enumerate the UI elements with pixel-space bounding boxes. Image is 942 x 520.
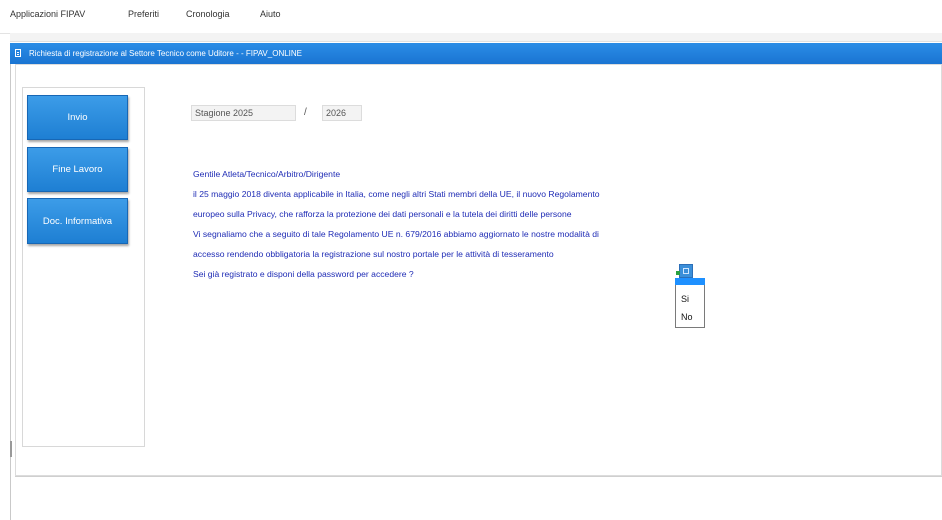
option-no[interactable]: No bbox=[681, 312, 693, 322]
doc-informativa-button[interactable]: Doc. Informativa bbox=[27, 198, 128, 244]
message-line: Vi segnaliamo che a seguito di tale Rego… bbox=[193, 229, 599, 239]
frame-resize-handle[interactable] bbox=[10, 441, 12, 457]
message-line: il 25 maggio 2018 diventa applicabile in… bbox=[193, 189, 600, 199]
invio-button[interactable]: Invio bbox=[27, 95, 128, 140]
window-title-bar: Richiesta di registrazione al Settore Te… bbox=[10, 43, 942, 64]
menu-cronologia[interactable]: Cronologia bbox=[186, 9, 230, 19]
toolbar-strip bbox=[10, 33, 942, 42]
sidebar bbox=[22, 87, 145, 447]
dropdown-highlight bbox=[675, 278, 705, 285]
menu-applicazioni-fipav[interactable]: Applicazioni FIPAV bbox=[10, 9, 85, 19]
fine-lavoro-button[interactable]: Fine Lavoro bbox=[27, 147, 128, 192]
season-start-field[interactable]: Stagione 2025 bbox=[191, 105, 296, 121]
option-si[interactable]: Si bbox=[681, 294, 689, 304]
season-end-field[interactable]: 2026 bbox=[322, 105, 362, 121]
menu-preferiti[interactable]: Preferiti bbox=[128, 9, 159, 19]
registered-dropdown-list: Si No bbox=[675, 280, 705, 328]
main-panel bbox=[15, 64, 942, 476]
registration-question: Sei già registrato e disponi della passw… bbox=[193, 269, 414, 279]
menu-aiuto[interactable]: Aiuto bbox=[260, 9, 281, 19]
message-line: accesso rendendo obbligatoria la registr… bbox=[193, 249, 554, 259]
registered-select[interactable] bbox=[676, 264, 693, 278]
window-icon bbox=[15, 49, 21, 57]
message-greeting: Gentile Atleta/Tecnico/Arbitro/Dirigente bbox=[193, 169, 341, 179]
season-separator: / bbox=[304, 107, 307, 118]
window-title: Richiesta di registrazione al Settore Te… bbox=[29, 49, 302, 58]
message-line: europeo sulla Privacy, che rafforza la p… bbox=[193, 209, 572, 219]
menu-bar: Applicazioni FIPAV Preferiti Cronologia … bbox=[0, 0, 942, 34]
panel-bottom-divider bbox=[15, 476, 942, 477]
